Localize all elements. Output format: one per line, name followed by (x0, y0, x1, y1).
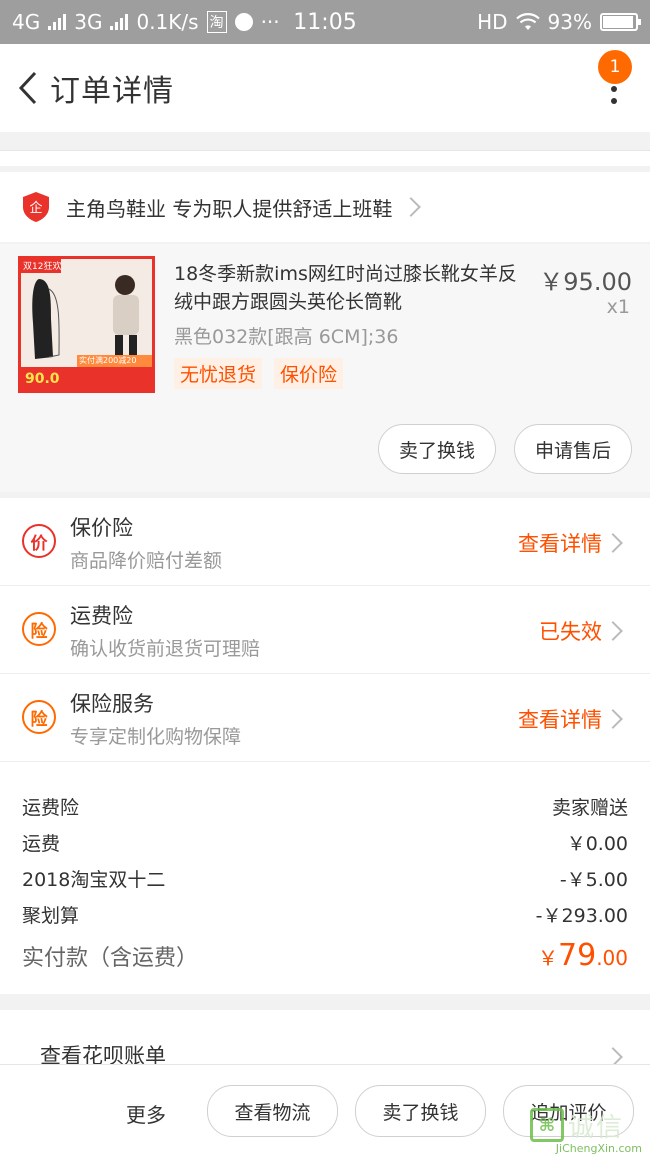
fee-label: 运费险 (22, 796, 80, 819)
shipping-insurance-icon: 险 (22, 612, 56, 646)
view-logistics-button[interactable]: 查看物流 (207, 1085, 338, 1137)
fee-label: 运费 (22, 832, 61, 855)
price-protection-icon: 价 (22, 524, 56, 558)
shop-row[interactable]: 企 主角鸟鞋业 专为职人提供舒适上班鞋 (0, 172, 650, 242)
total-paid-row: 实付款（含运费） ￥79.00 (22, 938, 628, 973)
more-button[interactable]: 更多 (126, 1099, 166, 1128)
watermark-text: 诚信 (568, 1112, 625, 1143)
insurance-service-icon: 险 (22, 700, 56, 734)
product-actions: 卖了换钱 申请售后 (377, 424, 632, 474)
product-title[interactable]: 18冬季新款ims网红时尚过膝长靴女羊反绒中跟方跟圆头英伦长筒靴 (174, 260, 524, 316)
fee-row: 运费 ￥0.00 (22, 824, 628, 860)
product-card: 双12狂欢 实付满200减20 90.0 18冬季新款ims网红时尚过膝长靴女羊… (0, 244, 650, 492)
header-divider (0, 150, 650, 166)
insurance-subtitle: 商品降价赔付差额 (70, 550, 223, 572)
fee-value: -￥5.00 (559, 868, 628, 891)
message-badge: 1 (598, 50, 632, 84)
tag-free-return: 无忧退货 (174, 358, 263, 389)
after-sales-button[interactable]: 申请售后 (513, 424, 632, 474)
insurance-row-price-protection[interactable]: 价 保价险 商品降价赔付差额 查看详情 (0, 498, 650, 586)
fee-value: 卖家赠送 (551, 796, 628, 819)
insurance-title: 保险服务 (70, 692, 154, 716)
view-details-link[interactable]: 查看详情 (518, 528, 602, 558)
svg-text:企: 企 (29, 200, 42, 216)
insurance-subtitle: 确认收货前退货可理赔 (70, 638, 261, 660)
status-time: 11:05 (293, 9, 357, 35)
chevron-right-icon (603, 621, 623, 641)
back-button[interactable] (10, 68, 46, 108)
view-details-link[interactable]: 查看详情 (518, 704, 602, 734)
tag-price-protection: 保价险 (274, 358, 344, 389)
chevron-right-icon (603, 533, 623, 553)
fee-row: 2018淘宝双十二 -￥5.00 (22, 860, 628, 896)
expired-status[interactable]: 已失效 (539, 616, 602, 646)
total-integer: 79 (558, 938, 597, 973)
chevron-right-icon (603, 709, 623, 729)
insurance-title: 保价险 (70, 516, 133, 540)
resell-button[interactable]: 卖了换钱 (377, 424, 496, 474)
insurance-row-service[interactable]: 险 保险服务 专享定制化购物保障 查看详情 (0, 674, 650, 762)
shop-enterprise-icon: 企 (23, 192, 49, 222)
page-title: 订单详情 (50, 74, 174, 109)
thumb-badge: 双12狂欢 (23, 262, 62, 272)
chevron-right-icon (401, 197, 422, 217)
total-label: 实付款（含运费） (22, 945, 199, 971)
status-bar: 4G 3G 0.1K/s 淘 ··· 11:05 HD 93% (0, 0, 650, 44)
nav-header: 订单详情 1 (0, 44, 650, 132)
service-tags: 无忧退货 保价险 (174, 358, 344, 389)
fee-summary: 运费险 卖家赠送 运费 ￥0.00 2018淘宝双十二 -￥5.00 聚划算 -… (0, 762, 650, 994)
fee-row: 聚划算 -￥293.00 (22, 896, 628, 932)
insurance-subtitle: 专享定制化购物保障 (70, 726, 242, 748)
watermark-logo-icon: ⌘ (530, 1108, 564, 1142)
fee-row: 运费险 卖家赠送 (22, 788, 628, 824)
watermark-url: JiChengXin.com (555, 1142, 642, 1155)
thumb-coupon: 实付满200减20 (79, 356, 137, 365)
chevron-left-icon (18, 71, 37, 105)
total-amount: ￥79.00 (538, 938, 628, 973)
insurance-row-shipping[interactable]: 险 运费险 确认收货前退货可理赔 已失效 (0, 586, 650, 674)
fee-value: ￥0.00 (566, 832, 628, 855)
fee-label: 2018淘宝双十二 (22, 868, 166, 891)
product-thumbnail[interactable]: 双12狂欢 实付满200减20 90.0 (18, 256, 155, 393)
fee-label: 聚划算 (22, 904, 80, 927)
product-sku: 黑色032款[跟高 6CM];36 (174, 326, 399, 348)
insurance-title: 运费险 (70, 604, 133, 628)
product-price: ￥95.00 (539, 268, 632, 296)
fee-value: -￥293.00 (535, 904, 628, 927)
currency-symbol: ￥ (538, 946, 558, 970)
product-quantity: x1 (606, 296, 630, 318)
resell-bottom-button[interactable]: 卖了换钱 (355, 1085, 486, 1137)
battery-icon (600, 13, 641, 31)
thumb-price: 90.0 (25, 371, 60, 387)
total-decimal: .00 (596, 946, 628, 970)
shop-name: 主角鸟鞋业 专为职人提供舒适上班鞋 (66, 196, 393, 221)
